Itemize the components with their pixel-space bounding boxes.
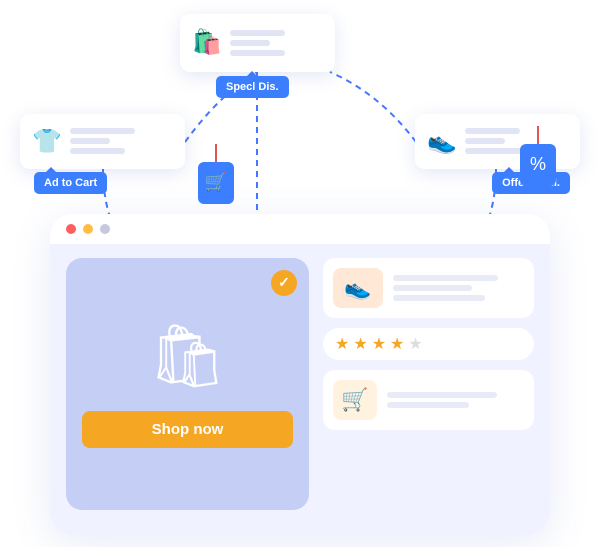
browser-window: ✓ 🛍 Shop now 👟 <box>50 214 550 534</box>
percent-tag-string <box>537 126 539 144</box>
cart-info-card: 🛒 <box>323 370 534 430</box>
window-dot-yellow <box>83 224 93 234</box>
cart-tag-body: 🛒 <box>198 162 234 204</box>
star-5: ★ <box>408 334 422 354</box>
product-info-lines <box>393 275 524 301</box>
cart-line-2 <box>387 402 469 408</box>
add-to-cart-badge: Ad to Cart <box>34 172 107 194</box>
left-card-lines <box>70 128 135 154</box>
cart-thumb-icon: 🛒 <box>341 387 368 413</box>
right-panel: 👟 ★ ★ ★ ★ ★ <box>323 258 534 510</box>
star-2: ★ <box>353 334 367 354</box>
shirt-icon: 👕 <box>32 127 62 156</box>
left-card: 👕 <box>20 114 185 169</box>
shop-now-button[interactable]: Shop now <box>82 411 293 448</box>
percent-hang-tag: % <box>520 144 556 186</box>
star-4: ★ <box>390 334 404 354</box>
cart-tag-string <box>215 144 217 162</box>
cart-info-lines <box>387 392 524 408</box>
right-card-line-1 <box>465 128 520 134</box>
star-3: ★ <box>372 334 386 354</box>
main-product-panel: ✓ 🛍 Shop now <box>66 258 309 510</box>
star-1: ★ <box>335 334 349 354</box>
window-dot-red <box>66 224 76 234</box>
percent-tag-icon: % <box>530 154 546 175</box>
left-card-line-3 <box>70 148 125 154</box>
product-info-card: 👟 <box>323 258 534 318</box>
card-line-3 <box>230 50 285 56</box>
browser-titlebar <box>50 214 550 244</box>
card-line-1 <box>230 30 285 36</box>
card-line-2 <box>230 40 270 46</box>
rating-row: ★ ★ ★ ★ ★ <box>323 328 534 360</box>
product-thumbnail: 👟 <box>333 268 383 308</box>
percent-tag-body: % <box>520 144 556 186</box>
bags-icon: 🛍️ <box>192 28 222 57</box>
card-content-lines <box>230 30 285 56</box>
checkmark-badge: ✓ <box>271 270 297 296</box>
checkmark-icon: ✓ <box>278 274 290 291</box>
product-line-3 <box>393 295 485 301</box>
browser-content: ✓ 🛍 Shop now 👟 <box>50 244 550 524</box>
cart-hang-tag: 🛒 <box>198 162 234 204</box>
right-card-line-2 <box>465 138 505 144</box>
top-center-card: 🛍️ <box>180 14 335 72</box>
shoe-thumb-icon: 👟 <box>344 275 371 301</box>
product-line-2 <box>393 285 472 291</box>
left-card-line-2 <box>70 138 110 144</box>
special-discount-badge: Specl Dis. <box>216 76 289 98</box>
cart-thumbnail: 🛒 <box>333 380 377 420</box>
left-card-line-1 <box>70 128 135 134</box>
product-line-1 <box>393 275 498 281</box>
cart-line-1 <box>387 392 497 398</box>
main-scene: 🛍️ Specl Dis. 👕 Ad to Cart 👟 Offer Avail… <box>20 14 580 534</box>
shoe-icon: 👟 <box>427 127 457 156</box>
cart-tag-icon: 🛒 <box>205 172 227 193</box>
window-dot-gray <box>100 224 110 234</box>
bag-icon-large: 🛍 <box>148 320 227 393</box>
